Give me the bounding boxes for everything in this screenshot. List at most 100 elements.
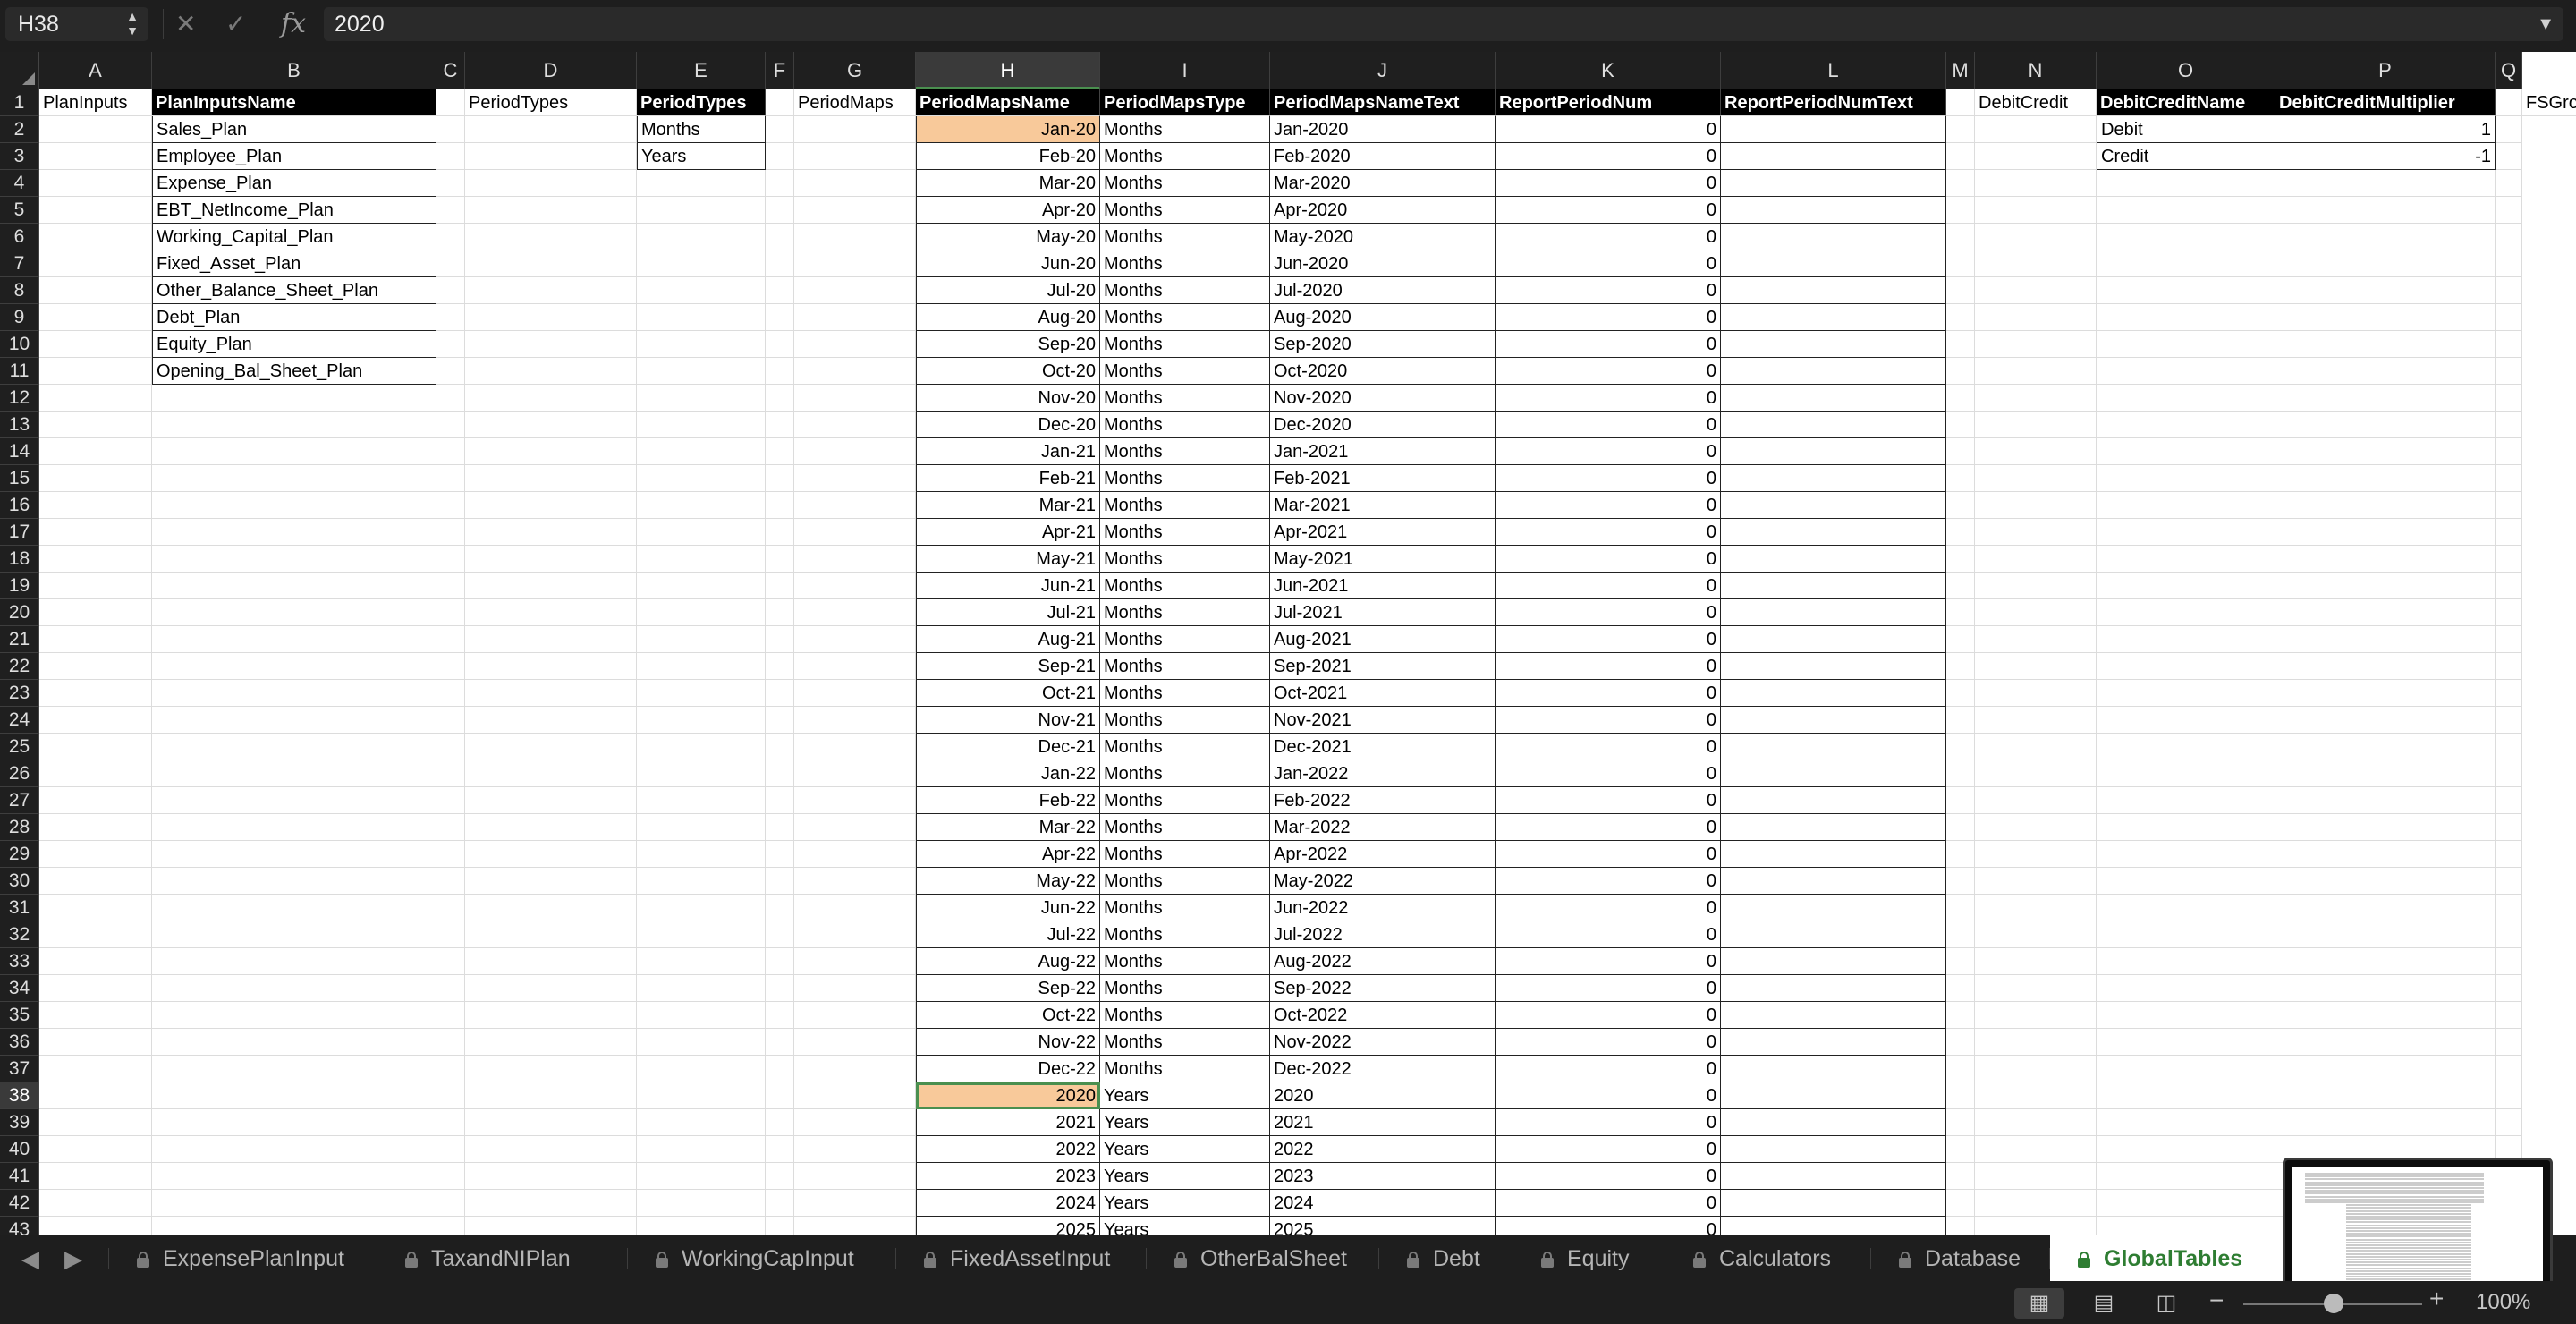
grid-cell[interactable] xyxy=(436,626,465,653)
grid-cell[interactable] xyxy=(637,465,766,492)
grid-cell[interactable] xyxy=(1946,1082,1975,1109)
grid-cell[interactable] xyxy=(152,814,436,841)
grid-cell[interactable] xyxy=(39,599,152,626)
grid-cell[interactable] xyxy=(766,760,794,787)
column-header-q[interactable]: Q xyxy=(2496,52,2522,89)
grid-cell[interactable] xyxy=(794,385,916,412)
grid-cell[interactable] xyxy=(2496,680,2522,707)
grid-cell[interactable] xyxy=(465,868,637,895)
grid-cell[interactable] xyxy=(2097,895,2275,921)
grid-cell[interactable] xyxy=(637,519,766,546)
grid-cell[interactable] xyxy=(2097,1109,2275,1136)
period-map-cell[interactable]: Months xyxy=(1100,760,1270,787)
grid-cell[interactable] xyxy=(152,1190,436,1217)
period-map-cell[interactable]: 0 xyxy=(1496,787,1721,814)
grid-cell[interactable] xyxy=(39,787,152,814)
grid-cell[interactable] xyxy=(2097,1163,2275,1190)
grid-cell[interactable] xyxy=(1946,304,1975,331)
grid-cell[interactable] xyxy=(2275,734,2496,760)
period-map-cell[interactable]: 0 xyxy=(1496,841,1721,868)
grid-cell[interactable] xyxy=(39,707,152,734)
period-map-cell[interactable]: May-2020 xyxy=(1270,224,1496,250)
grid-cell[interactable] xyxy=(2275,626,2496,653)
grid-cell[interactable] xyxy=(794,707,916,734)
grid-cell[interactable] xyxy=(39,734,152,760)
period-map-cell[interactable]: 0 xyxy=(1496,170,1721,197)
row-header-31[interactable]: 31 xyxy=(0,895,39,921)
grid-cell[interactable] xyxy=(1975,841,2097,868)
period-map-cell[interactable]: 0 xyxy=(1496,412,1721,438)
period-map-cell[interactable]: 2025 xyxy=(1270,1217,1496,1235)
grid-cell[interactable] xyxy=(39,143,152,170)
period-map-cell[interactable] xyxy=(1721,1109,1946,1136)
grid-cell[interactable] xyxy=(39,519,152,546)
period-map-cell[interactable] xyxy=(1721,1056,1946,1082)
period-map-cell[interactable]: 2025 xyxy=(916,1217,1100,1235)
period-map-cell[interactable]: Jul-20 xyxy=(916,277,1100,304)
grid-cell[interactable] xyxy=(436,895,465,921)
plan-input-item[interactable]: Equity_Plan xyxy=(152,331,436,358)
grid-cell[interactable] xyxy=(152,599,436,626)
period-map-cell[interactable]: May-2021 xyxy=(1270,546,1496,573)
period-map-cell[interactable]: 0 xyxy=(1496,358,1721,385)
row-header-4[interactable]: 4 xyxy=(0,170,39,197)
grid-cell[interactable] xyxy=(637,841,766,868)
grid-cell[interactable] xyxy=(2496,599,2522,626)
sheet-tab-taxandniplan[interactable]: TaxandNIPlan xyxy=(377,1235,628,1282)
row-header-36[interactable]: 36 xyxy=(0,1029,39,1056)
grid-cell[interactable] xyxy=(1975,895,2097,921)
grid-cell[interactable] xyxy=(152,412,436,438)
grid-cell[interactable] xyxy=(766,1002,794,1029)
period-map-cell[interactable]: 0 xyxy=(1496,895,1721,921)
grid-cell[interactable] xyxy=(794,895,916,921)
row-header-23[interactable]: 23 xyxy=(0,680,39,707)
period-map-cell[interactable] xyxy=(1721,626,1946,653)
grid-cell[interactable] xyxy=(794,170,916,197)
row-header-39[interactable]: 39 xyxy=(0,1109,39,1136)
grid-cell[interactable] xyxy=(794,519,916,546)
grid-cell[interactable] xyxy=(794,331,916,358)
grid-cell[interactable] xyxy=(1946,385,1975,412)
grid-cell[interactable] xyxy=(794,1190,916,1217)
grid-cell[interactable] xyxy=(465,921,637,948)
grid-cell[interactable] xyxy=(436,224,465,250)
grid-cell[interactable] xyxy=(436,948,465,975)
grid-cell[interactable] xyxy=(465,948,637,975)
period-map-cell[interactable]: Years xyxy=(1100,1163,1270,1190)
period-map-cell[interactable] xyxy=(1721,921,1946,948)
period-map-cell[interactable]: Oct-20 xyxy=(916,358,1100,385)
row-header-10[interactable]: 10 xyxy=(0,331,39,358)
grid-cell[interactable] xyxy=(436,841,465,868)
period-map-cell[interactable]: Months xyxy=(1100,975,1270,1002)
grid-cell[interactable] xyxy=(794,1109,916,1136)
grid-cell[interactable] xyxy=(766,385,794,412)
grid-cell[interactable] xyxy=(39,1217,152,1235)
grid-cell[interactable] xyxy=(436,1002,465,1029)
grid-cell[interactable] xyxy=(766,438,794,465)
grid-cell[interactable] xyxy=(2097,465,2275,492)
period-map-cell[interactable]: Months xyxy=(1100,814,1270,841)
period-map-cell[interactable]: Apr-2020 xyxy=(1270,197,1496,224)
period-map-cell[interactable] xyxy=(1721,1217,1946,1235)
grid-cell[interactable] xyxy=(766,358,794,385)
period-map-cell[interactable] xyxy=(1721,1029,1946,1056)
sheet-tab-expenseplaninput[interactable]: ExpensePlanInput xyxy=(109,1235,377,1282)
grid-cell[interactable] xyxy=(2097,1029,2275,1056)
grid-cell[interactable] xyxy=(2097,921,2275,948)
period-map-cell[interactable]: 0 xyxy=(1496,626,1721,653)
grid-cell[interactable] xyxy=(39,438,152,465)
row-header-7[interactable]: 7 xyxy=(0,250,39,277)
grid-cell[interactable] xyxy=(152,1029,436,1056)
grid-cell[interactable] xyxy=(637,170,766,197)
sheet-tab-debt[interactable]: Debt xyxy=(1379,1235,1513,1282)
period-map-cell[interactable]: Years xyxy=(1100,1217,1270,1235)
period-map-cell[interactable] xyxy=(1721,438,1946,465)
period-map-cell[interactable]: Dec-21 xyxy=(916,734,1100,760)
function-icon[interactable]: fx xyxy=(281,7,306,41)
period-map-cell[interactable]: Nov-2020 xyxy=(1270,385,1496,412)
plan-input-item[interactable]: Other_Balance_Sheet_Plan xyxy=(152,277,436,304)
grid-cell[interactable] xyxy=(766,921,794,948)
grid-cell[interactable] xyxy=(2496,358,2522,385)
period-type-item[interactable]: Months xyxy=(637,116,766,143)
grid-cell[interactable] xyxy=(436,331,465,358)
